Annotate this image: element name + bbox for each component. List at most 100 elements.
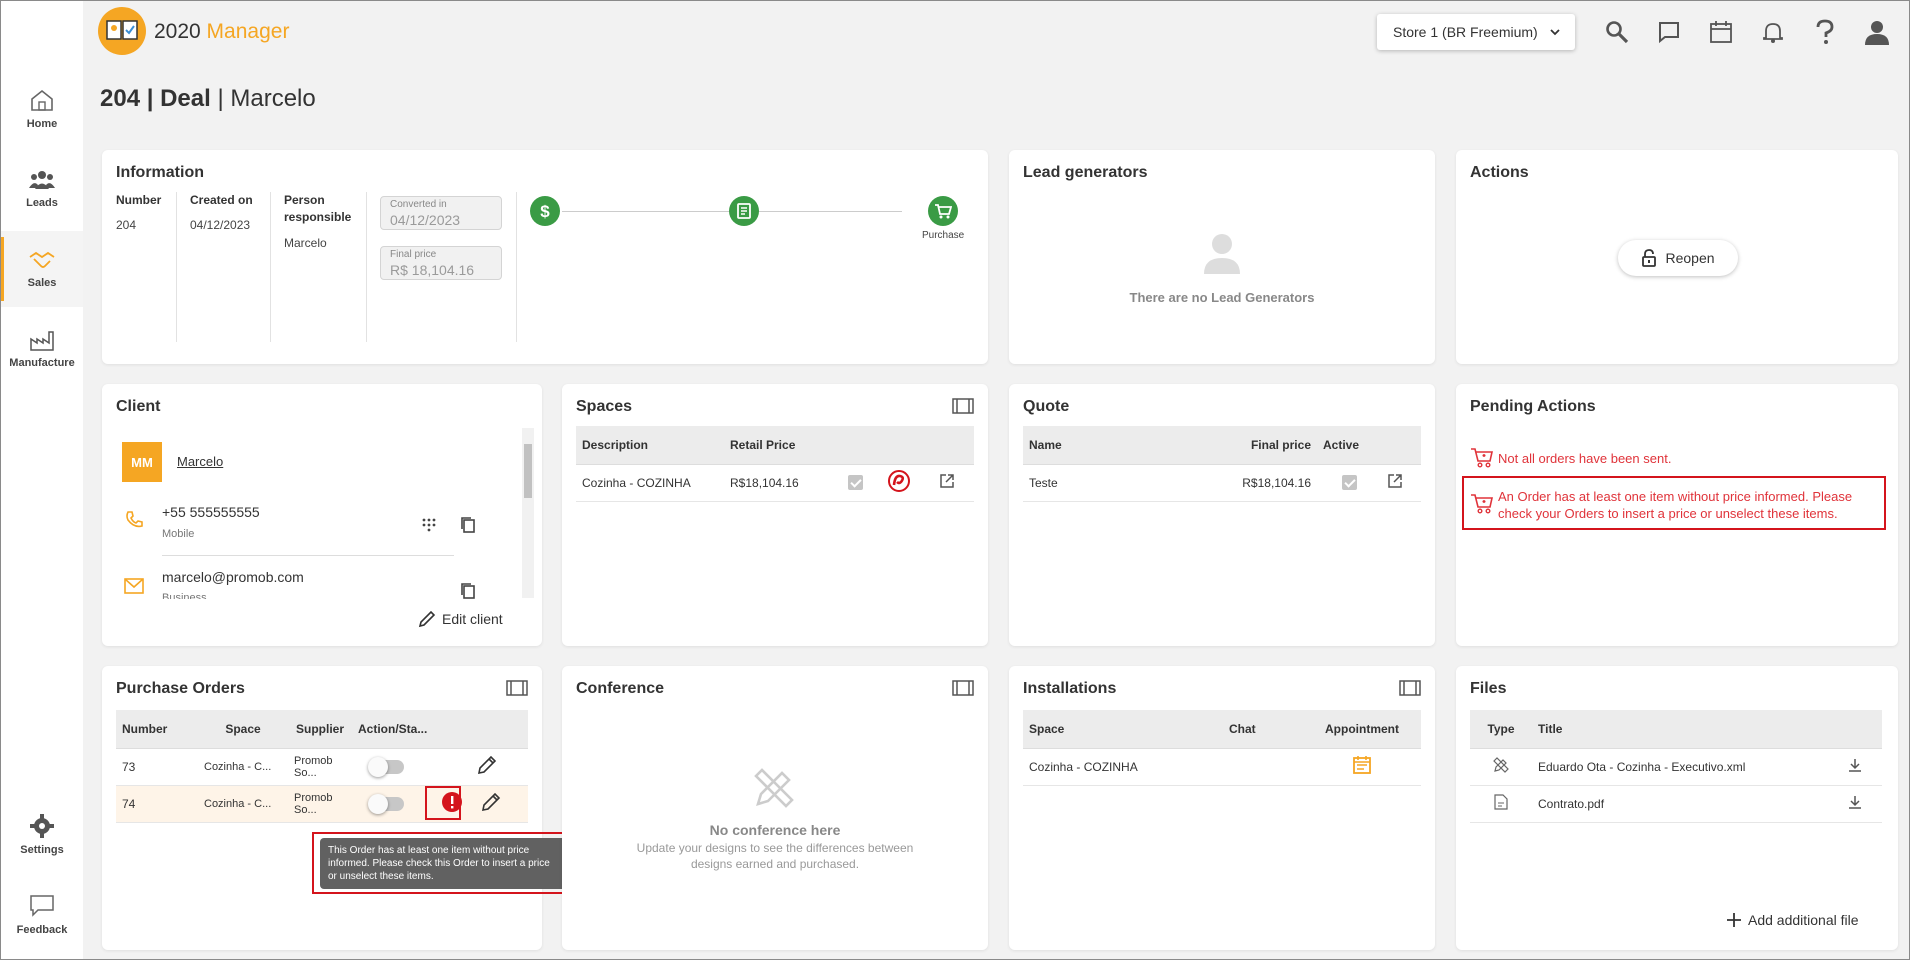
table-row[interactable]: Teste R$18,104.16 xyxy=(1023,464,1421,502)
empty-message: There are no Lead Generators xyxy=(1129,290,1315,305)
table-row[interactable]: 74 Cozinha - C... Promob So... xyxy=(116,785,528,823)
converted-field: Converted in 04/12/2023 xyxy=(380,196,502,230)
dialpad-icon[interactable] xyxy=(422,518,436,532)
search-button[interactable] xyxy=(1603,18,1631,46)
highlight-box xyxy=(425,786,461,820)
sidebar-item-label: Settings xyxy=(20,844,64,856)
pdf-file-icon xyxy=(1494,794,1508,810)
chevron-down-icon xyxy=(1549,25,1561,41)
created-label: Created on xyxy=(190,193,253,207)
files-card: Files Type Title Eduardo Ota - Cozinha - … xyxy=(1456,666,1898,950)
table-row[interactable]: Cozinha - COZINHA xyxy=(1023,748,1421,786)
divider xyxy=(516,192,517,342)
card-title: Quote xyxy=(1023,398,1070,415)
table-row[interactable]: Contrato.pdf xyxy=(1470,785,1882,823)
purchase-orders-card: Purchase Orders Number Space Supplier Ac… xyxy=(102,666,542,950)
pencil-icon[interactable] xyxy=(477,755,497,775)
card-title: Spaces xyxy=(576,398,633,415)
users-icon xyxy=(29,171,55,189)
spaces-card: Spaces Description Retail Price Cozinha -… xyxy=(562,384,988,646)
calendar-icon[interactable] xyxy=(1352,755,1372,775)
divider xyxy=(366,192,367,342)
sidebar-item-label: Leads xyxy=(26,197,58,209)
scrollbar-thumb[interactable] xyxy=(524,444,532,498)
sidebar-item-manufacture[interactable]: Manufacture xyxy=(1,311,83,387)
page-title: 204 | Deal | Marcelo xyxy=(100,85,316,112)
search-icon xyxy=(1606,21,1629,44)
table-row[interactable]: Eduardo Ota - Cozinha - Executivo.xml xyxy=(1470,748,1882,786)
active-checkbox[interactable] xyxy=(847,475,863,491)
spaces-table: Description Retail Price Cozinha - COZINH… xyxy=(576,426,974,502)
user-icon xyxy=(1865,21,1889,45)
number-value: 204 xyxy=(116,218,137,232)
download-icon[interactable] xyxy=(1848,795,1862,809)
avatar: MM xyxy=(122,442,162,482)
sidebar: Home Leads Sales Manufacture Settings Fe… xyxy=(1,1,83,959)
table-row[interactable]: Cozinha - COZINHA R$18,104.16 xyxy=(576,464,974,502)
card-title: Files xyxy=(1470,680,1507,697)
copy-icon[interactable] xyxy=(460,582,476,600)
copy-icon[interactable] xyxy=(460,516,476,534)
created-value: 04/12/2023 xyxy=(190,218,251,232)
dollar-icon: $ xyxy=(540,202,550,220)
client-name-link[interactable]: Marcelo xyxy=(177,454,223,469)
person-label: Person responsible xyxy=(284,193,352,224)
phone-type: Mobile xyxy=(162,528,195,540)
email-type: Business xyxy=(162,593,207,599)
card-title: Lead generators xyxy=(1023,164,1148,181)
user-menu-button[interactable] xyxy=(1863,18,1891,46)
purchase-orders-table: Number Space Supplier Action/Sta... 73 C… xyxy=(116,710,528,823)
external-link-icon[interactable] xyxy=(939,473,955,489)
store-select[interactable]: Store 1 (BR Freemium) xyxy=(1377,14,1575,50)
scrollbar[interactable] xyxy=(522,428,534,598)
expand-icon[interactable] xyxy=(506,680,528,696)
expand-icon[interactable] xyxy=(952,398,974,414)
brand-name: 2020 Manager xyxy=(154,20,290,43)
edit-client-button[interactable]: Edit client xyxy=(418,610,503,628)
installations-table: Space Chat Appointment Cozinha - COZINHA xyxy=(1023,710,1421,786)
lock-open-icon xyxy=(1642,249,1657,267)
installations-card: Installations Space Chat Appointment Cozin… xyxy=(1009,666,1435,950)
sidebar-item-home[interactable]: Home xyxy=(1,71,83,147)
sidebar-item-label: Manufacture xyxy=(9,357,75,369)
final-price-field: Final price R$ 18,104.16 xyxy=(380,246,502,280)
pencil-icon[interactable] xyxy=(481,792,501,815)
phone-number: +55 555555555 xyxy=(162,504,260,520)
external-link-icon[interactable] xyxy=(1387,473,1403,489)
calendar-button[interactable] xyxy=(1707,18,1735,46)
app-logo[interactable] xyxy=(98,7,146,55)
sidebar-item-label: Sales xyxy=(27,277,57,289)
card-title: Purchase Orders xyxy=(116,680,245,697)
document-icon xyxy=(737,203,751,219)
sidebar-item-settings[interactable]: Settings xyxy=(1,797,83,873)
sidebar-item-leads[interactable]: Leads xyxy=(1,151,83,227)
card-title: Information xyxy=(116,164,204,181)
card-title: Installations xyxy=(1023,680,1117,697)
sidebar-item-sales[interactable]: Sales xyxy=(1,231,83,307)
information-card: Information Number 204 Created on 04/12/… xyxy=(102,150,988,364)
step-quote xyxy=(729,196,759,226)
order-toggle[interactable] xyxy=(368,793,404,814)
notifications-button[interactable] xyxy=(1759,18,1787,46)
download-icon[interactable] xyxy=(1848,758,1862,772)
empty-subtext: Update your designs to see the differenc… xyxy=(636,841,914,871)
order-toggle[interactable] xyxy=(368,756,404,777)
cart-icon xyxy=(935,204,952,219)
active-checkbox[interactable] xyxy=(1341,475,1357,491)
card-title: Client xyxy=(116,398,161,415)
card-title: Pending Actions xyxy=(1470,398,1596,415)
sidebar-item-label: Feedback xyxy=(16,924,68,936)
pending-item[interactable]: Not all orders have been sent. xyxy=(1498,450,1878,467)
files-table: Type Title Eduardo Ota - Cozinha - Execut… xyxy=(1470,710,1882,823)
table-row[interactable]: 73 Cozinha - C... Promob So... xyxy=(116,748,528,786)
messages-button[interactable] xyxy=(1655,18,1683,46)
add-file-button[interactable]: Add additional file xyxy=(1726,912,1859,928)
sidebar-item-feedback[interactable]: Feedback xyxy=(1,877,83,953)
expand-icon[interactable] xyxy=(1399,680,1421,696)
divider xyxy=(270,192,271,342)
help-button[interactable] xyxy=(1811,18,1839,46)
reopen-button[interactable]: Reopen xyxy=(1618,240,1738,276)
expand-icon[interactable] xyxy=(952,680,974,696)
cart-warning-icon xyxy=(1471,448,1493,468)
promob-icon[interactable] xyxy=(887,469,911,493)
